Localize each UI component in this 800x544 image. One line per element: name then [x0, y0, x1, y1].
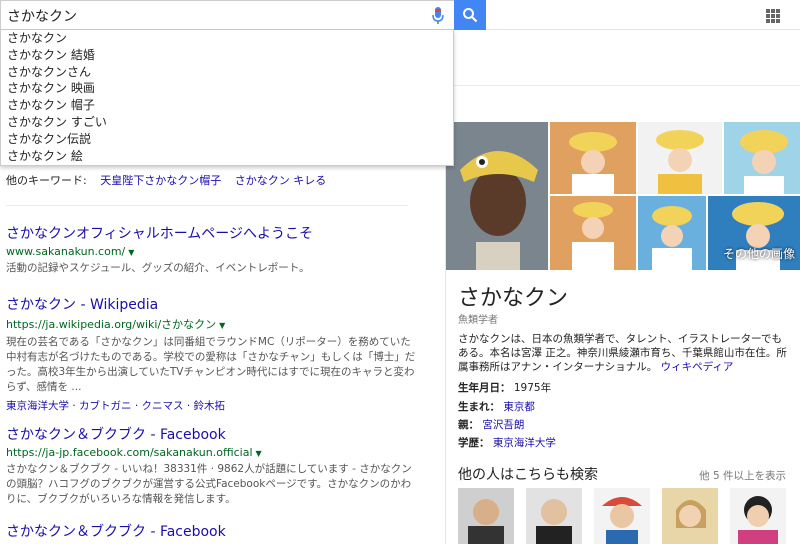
search-header: さかなクン [0, 0, 800, 30]
other-keyword-link[interactable]: さかなクン キレる [235, 174, 327, 187]
other-keywords: 他のキーワード: 天皇陛下さかなクン帽子 さかなクン キレる [6, 172, 326, 188]
dropdown-arrow-icon[interactable]: ▼ [219, 321, 225, 330]
gallery-photo[interactable] [550, 122, 636, 194]
divider [454, 85, 800, 86]
fact-row: 生まれ： 東京都 [458, 399, 535, 414]
related-person-photo[interactable] [526, 488, 582, 544]
result-url-text: www.sakanakun.com/ [6, 245, 126, 258]
entity-subtitle: 魚類学者 [458, 315, 498, 326]
related-person-photo[interactable] [662, 488, 718, 544]
entity-title: さかなクン [458, 286, 569, 311]
autocomplete-item[interactable]: さかなクン 帽子 [1, 97, 453, 114]
related-person-photo[interactable] [730, 488, 786, 544]
result-title-link[interactable]: さかなクンオフィシャルホームページへようこそ [6, 223, 416, 243]
result-url-text: https://ja-jp.facebook.com/sakanakun.off… [6, 446, 253, 459]
fact-label: 親： [458, 419, 479, 431]
result-title-link[interactable]: さかなクン＆ブクブク - Facebook [6, 424, 416, 444]
fact-value-link[interactable]: 東京海洋大学 [493, 437, 556, 449]
result-url: https://ja-jp.facebook.com/sakanakun.off… [6, 446, 416, 459]
sitelink[interactable]: 東京海洋大学 [6, 400, 69, 412]
wikipedia-link[interactable]: ウィキペディア [661, 361, 734, 373]
fact-value-link[interactable]: 東京都 [503, 401, 535, 413]
search-icon [463, 8, 478, 23]
other-keyword-link[interactable]: 天皇陛下さかなクン帽子 [100, 174, 221, 187]
show-more-link[interactable]: 他 5 件以上を表示 [699, 468, 786, 483]
search-result: さかなクン＆ブクブク - Facebook [6, 521, 416, 541]
apps-grid-icon[interactable] [766, 9, 780, 23]
microphone-icon[interactable] [431, 6, 445, 26]
dropdown-arrow-icon[interactable]: ▼ [128, 248, 134, 257]
more-images-link[interactable]: その他の画像 [723, 245, 795, 262]
result-title-link[interactable]: さかなクン - Wikipedia [6, 294, 416, 314]
search-result: さかなクン＆ブクブク - Facebook https://ja-jp.face… [6, 424, 416, 507]
fact-value-link[interactable]: 宮沢吾朗 [482, 419, 524, 431]
result-sitelinks: 東京海洋大学 · カブトガニ · クニマス · 鈴木拓 [6, 400, 226, 412]
result-title-link[interactable]: さかなクン＆ブクブク - Facebook [6, 521, 416, 541]
result-snippet: さかなクン＆ブクブク - いいね！38331件 · 9862人が話題にしています… [6, 463, 412, 505]
result-url: https://ja.wikipedia.org/wiki/さかなクン ▼ [6, 316, 416, 332]
autocomplete-item[interactable]: さかなクン 結婚 [1, 47, 453, 64]
entity-description: さかなクンは、日本の魚類学者で、タレント、イラストレーターでもある。本名は宮澤 … [458, 332, 788, 374]
fact-value: 1975年 [513, 382, 552, 394]
fact-label: 学歴： [458, 437, 490, 449]
result-url-text: https://ja.wikipedia.org/wiki/さかなクン [6, 318, 217, 331]
gallery-photo[interactable] [638, 122, 722, 194]
related-person-photo[interactable] [594, 488, 650, 544]
people-also-search-heading: 他の人はこちらも検索 [458, 467, 598, 483]
fact-label: 生年月日： [458, 382, 511, 394]
search-input[interactable]: さかなクン [0, 0, 454, 30]
result-snippet: 現在の芸名である「さかなクン」は同番組でラウンドMC（リポーター）を務めていた中… [6, 336, 416, 393]
autocomplete-item[interactable]: さかなクン 絵 [1, 148, 453, 165]
fact-row: 親： 宮沢吾朗 [458, 417, 524, 432]
search-button[interactable] [454, 0, 486, 30]
fact-label: 生まれ： [458, 401, 500, 413]
fact-row: 生年月日： 1975年 [458, 380, 551, 395]
related-person-photo[interactable] [458, 488, 514, 544]
result-url: www.sakanakun.com/▼ [6, 245, 416, 258]
autocomplete-item[interactable]: さかなクン すごい [1, 114, 453, 131]
description-text: さかなクンは、日本の魚類学者で、タレント、イラストレーターでもある。本名は宮澤 … [458, 333, 787, 373]
sitelink[interactable]: カブトガニ [79, 400, 132, 412]
gallery-photo[interactable] [638, 196, 706, 270]
autocomplete-item[interactable]: さかなクン伝説 [1, 131, 453, 148]
gallery-photo[interactable] [550, 196, 636, 270]
gallery-photo[interactable] [724, 122, 800, 194]
knowledge-panel: その他の画像 さかなクン 魚類学者 さかなクンは、日本の魚類学者で、タレント、イ… [445, 122, 800, 544]
search-result: さかなクン - Wikipedia https://ja.wikipedia.o… [6, 294, 416, 413]
autocomplete-dropdown: さかなクン さかなクン 結婚 さかなクンさん さかなクン 映画 さかなクン 帽子… [0, 30, 454, 166]
autocomplete-item[interactable]: さかなクンさん [1, 64, 453, 81]
sitelink[interactable]: クニマス [142, 400, 184, 412]
autocomplete-item[interactable]: さかなクン 映画 [1, 80, 453, 97]
fact-row: 学歴： 東京海洋大学 [458, 435, 556, 450]
other-keywords-label: 他のキーワード: [6, 174, 87, 187]
result-snippet: 活動の記録やスケジュール、グッズの紹介、イベントレポート。 [6, 262, 310, 274]
image-grid[interactable]: その他の画像 [446, 122, 800, 270]
search-result: さかなクンオフィシャルホームページへようこそ www.sakanakun.com… [6, 223, 416, 276]
sitelink[interactable]: 鈴木拓 [194, 400, 226, 412]
divider [6, 205, 408, 206]
person-photo[interactable] [446, 122, 548, 270]
dropdown-arrow-icon[interactable]: ▼ [256, 449, 262, 458]
search-query-text: さかなクン [7, 9, 77, 25]
autocomplete-item[interactable]: さかなクン [1, 30, 453, 47]
